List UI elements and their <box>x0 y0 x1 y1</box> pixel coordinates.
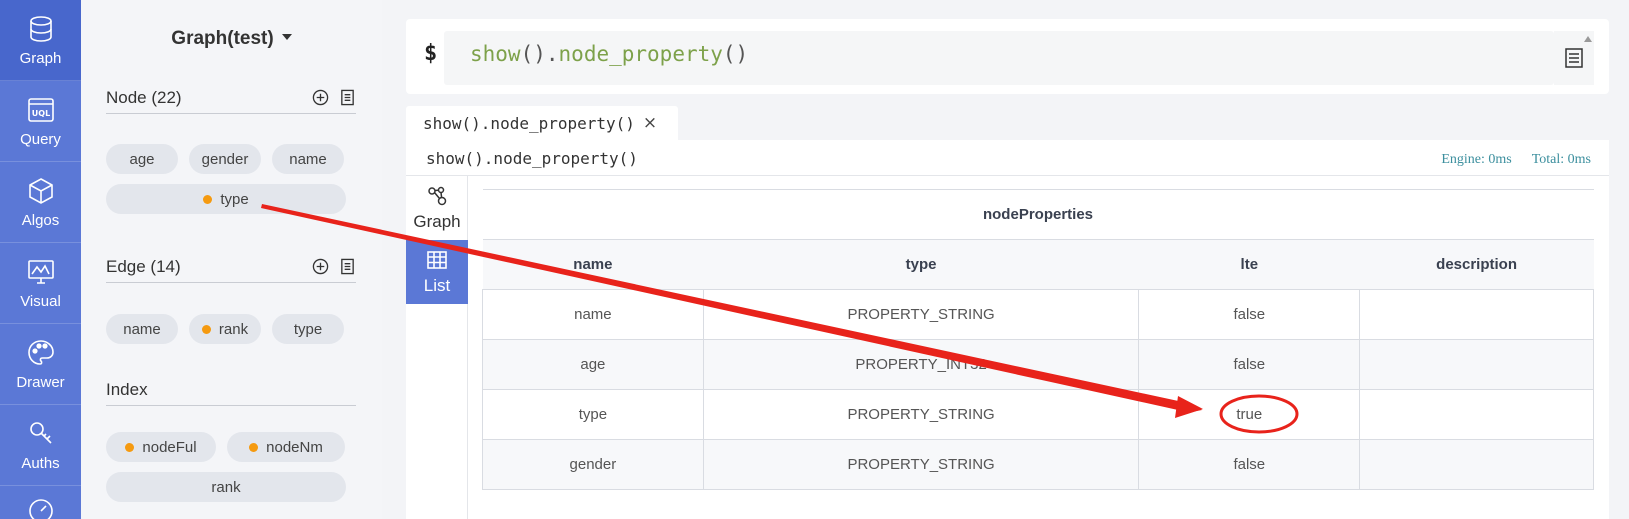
graph-title: Graph(test) <box>171 28 274 49</box>
view-tab-list-label: List <box>423 275 451 295</box>
schema-sidebar: Graph(test) Node (22) age gender name ty… <box>81 0 382 519</box>
cell-name: age <box>482 339 704 390</box>
cell-lte: false <box>1138 339 1361 390</box>
database-icon <box>29 15 52 42</box>
cell-lte: false <box>1138 439 1361 490</box>
nav-query-label: Query <box>20 130 61 148</box>
nav-drawer[interactable]: Drawer <box>0 324 81 405</box>
node-section-header: Node (22) <box>106 82 356 114</box>
indexed-dot-icon <box>201 324 211 334</box>
edge-chip-name[interactable]: name <box>106 314 178 344</box>
monitor-chart-icon <box>27 259 54 284</box>
cell-description <box>1359 339 1594 390</box>
result-tab[interactable]: show().node_property() × <box>406 106 678 140</box>
nav-drawer-label: Drawer <box>16 373 65 391</box>
index-section-header: Index <box>106 374 356 406</box>
table-icon <box>427 250 447 269</box>
command-box: $ show().node_property() <box>406 19 1609 94</box>
palette-icon <box>27 339 54 365</box>
graph-nodes-icon <box>428 186 447 205</box>
nav-visual[interactable]: Visual <box>0 243 81 324</box>
nav-graph-label: Graph <box>19 49 62 67</box>
caret-down-icon[interactable] <box>281 33 292 40</box>
cell-name: name <box>482 289 704 340</box>
nav-visual-label: Visual <box>20 292 61 310</box>
cell-description <box>1359 439 1594 490</box>
nav-auths[interactable]: Auths <box>0 405 81 486</box>
indexed-dot-icon <box>203 194 213 204</box>
svg-text:UQL: UQL <box>31 109 49 118</box>
cell-lte: false <box>1138 289 1361 340</box>
cube-icon <box>28 177 53 204</box>
column-header-description: description <box>1359 239 1594 290</box>
uql-icon: UQL <box>27 97 54 122</box>
table-row: age PROPERTY_INT32 false <box>482 339 1594 390</box>
cell-description <box>1359 389 1594 440</box>
cell-description <box>1359 289 1594 340</box>
table-row: name PROPERTY_STRING false <box>482 289 1594 340</box>
result-command: show().node_property() <box>426 149 638 168</box>
node-chip-gender[interactable]: gender <box>189 144 261 174</box>
cell-name: type <box>482 389 704 440</box>
table-row: type PROPERTY_STRING true <box>482 389 1594 440</box>
edge-section-header: Edge (14) <box>106 251 356 283</box>
cell-type: PROPERTY_STRING <box>702 389 1140 440</box>
nav-algos[interactable]: Algos <box>0 162 81 243</box>
column-header-lte: lte <box>1138 239 1360 290</box>
node-properties-table: nodeProperties name type lte description… <box>482 189 1594 490</box>
index-section-title: Index <box>106 379 148 399</box>
cell-type: PROPERTY_INT32 <box>702 339 1140 390</box>
node-chip-name[interactable]: name <box>272 144 344 174</box>
total-time: Total: 0ms <box>1531 152 1591 167</box>
gauge-icon <box>28 499 53 519</box>
prompt-symbol: $ <box>424 41 438 66</box>
divider <box>406 175 1609 176</box>
node-chip-age[interactable]: age <box>106 144 178 174</box>
document-icon[interactable] <box>339 258 356 275</box>
cell-lte: true <box>1138 389 1361 440</box>
close-icon[interactable]: × <box>643 113 657 133</box>
nav-algos-label: Algos <box>21 211 60 229</box>
cell-type: PROPERTY_STRING <box>702 289 1140 340</box>
cell-type: PROPERTY_STRING <box>702 439 1140 490</box>
key-icon <box>29 421 52 444</box>
node-chip-type[interactable]: type <box>106 184 346 214</box>
graph-selector[interactable]: Graph(test) <box>81 28 382 50</box>
column-header-name: name <box>482 239 704 290</box>
edge-section-title: Edge (14) <box>106 256 181 276</box>
edge-chip-type[interactable]: type <box>272 314 344 344</box>
column-header-type: type <box>703 239 1139 290</box>
index-chip-rank[interactable]: rank <box>106 472 346 502</box>
nav-more[interactable] <box>0 486 81 519</box>
table-row: gender PROPERTY_STRING false <box>482 439 1594 490</box>
document-icon[interactable] <box>339 89 356 106</box>
index-chip-nodeful[interactable]: nodeFul <box>106 432 216 462</box>
view-tab-graph[interactable]: Graph <box>406 176 468 240</box>
table-caption: nodeProperties <box>482 189 1594 240</box>
indexed-dot-icon <box>249 442 259 452</box>
nav-graph[interactable]: Graph <box>0 0 81 81</box>
edge-chip-rank[interactable]: rank <box>189 314 261 344</box>
uql-input[interactable]: show().node_property() <box>444 31 1554 85</box>
indexed-dot-icon <box>125 442 135 452</box>
index-chip-nodenm[interactable]: nodeNm <box>227 432 345 462</box>
engine-time: Engine: 0ms <box>1441 152 1512 167</box>
cell-name: gender <box>482 439 704 490</box>
add-edge-property-icon[interactable] <box>312 258 329 275</box>
nav-auths-label: Auths <box>21 454 60 472</box>
result-panel: show().node_property() Engine: 0ms Total:… <box>406 140 1609 519</box>
result-tab-label: show().node_property() <box>423 113 635 133</box>
view-tabs: Graph List <box>406 176 468 519</box>
document-icon <box>1565 48 1583 68</box>
view-tab-graph-label: Graph <box>413 211 461 231</box>
timing-info: Engine: 0ms Total: 0ms <box>1421 152 1591 168</box>
left-nav: Graph UQL Query Algos Visual Drawer Auth… <box>0 0 81 519</box>
view-tab-list[interactable]: List <box>406 240 468 304</box>
add-node-property-icon[interactable] <box>312 89 329 106</box>
node-section-title: Node (22) <box>106 87 182 107</box>
nav-query[interactable]: UQL Query <box>0 81 81 162</box>
scroll-up-icon[interactable] <box>1584 36 1592 42</box>
